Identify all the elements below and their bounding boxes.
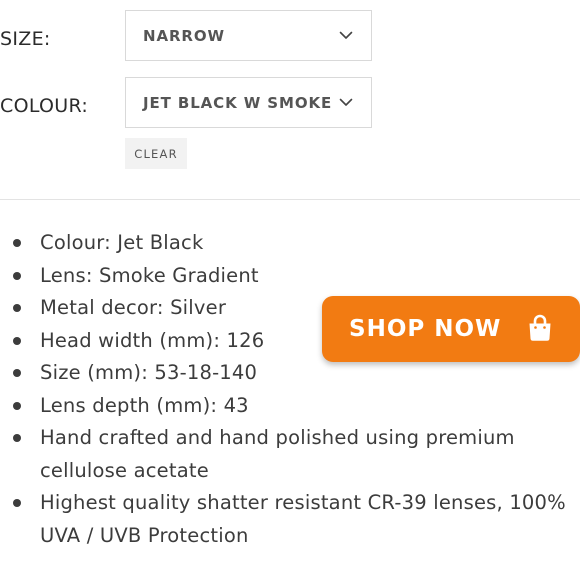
colour-selected-value: JET BLACK W SMOKE bbox=[143, 93, 333, 112]
section-divider bbox=[0, 199, 580, 200]
colour-label: COLOUR: bbox=[0, 95, 89, 117]
feature-text: Size (mm): 53-18-140 bbox=[40, 361, 258, 384]
list-item: Highest quality shatter resistant CR-39 … bbox=[0, 487, 580, 552]
bullet-icon bbox=[13, 434, 21, 442]
bullet-icon bbox=[13, 239, 21, 247]
bullet-icon bbox=[13, 369, 21, 377]
list-item: Lens depth (mm): 43 bbox=[0, 390, 580, 423]
feature-list: Colour: Jet Black Lens: Smoke Gradient M… bbox=[0, 227, 580, 552]
size-select[interactable]: NARROW bbox=[125, 10, 372, 61]
size-selected-value: NARROW bbox=[143, 26, 225, 45]
clear-button[interactable]: CLEAR bbox=[125, 138, 187, 169]
chevron-down-icon bbox=[339, 98, 353, 106]
colour-select[interactable]: JET BLACK W SMOKE bbox=[125, 77, 372, 128]
feature-text: Lens: Smoke Gradient bbox=[40, 263, 259, 287]
product-options-page: SIZE: NARROW COLOUR: JET BLACK W SMOKE C… bbox=[0, 0, 580, 580]
chevron-down-icon bbox=[339, 31, 353, 39]
shop-now-label: SHOP NOW bbox=[349, 316, 502, 342]
feature-text: Lens depth (mm): 43 bbox=[40, 393, 249, 417]
bullet-icon bbox=[13, 271, 21, 280]
bullet-icon bbox=[13, 304, 21, 312]
size-label: SIZE: bbox=[0, 28, 51, 50]
feature-text: Hand crafted and hand polished using pre… bbox=[40, 426, 515, 482]
feature-text: Head width (mm): 126 bbox=[40, 328, 265, 352]
shop-now-button[interactable]: SHOP NOW bbox=[322, 296, 580, 362]
list-item: Hand crafted and hand polished using pre… bbox=[0, 422, 580, 487]
feature-text: Colour: Jet Black bbox=[40, 231, 204, 254]
list-item: Colour: Jet Black bbox=[0, 227, 580, 260]
bullet-icon bbox=[13, 336, 21, 345]
shopping-bag-icon bbox=[529, 314, 551, 341]
list-item: Lens: Smoke Gradient bbox=[0, 260, 580, 293]
bullet-icon bbox=[13, 499, 21, 507]
feature-text: Highest quality shatter resistant CR-39 … bbox=[40, 491, 566, 547]
feature-text: Metal decor: Silver bbox=[40, 296, 227, 319]
bullet-icon bbox=[13, 401, 21, 410]
